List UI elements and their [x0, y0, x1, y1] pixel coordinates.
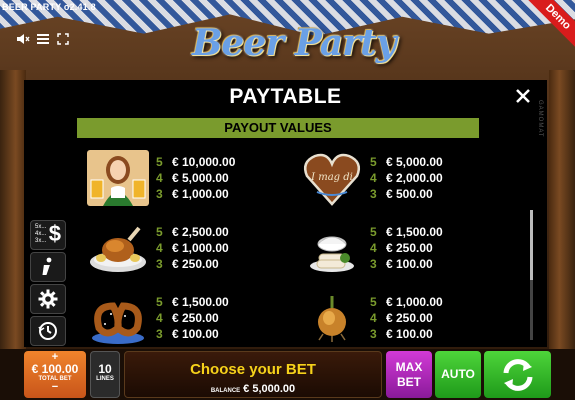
roast-chicken-icon: [84, 218, 152, 278]
brand-watermark: GAMOMAT: [537, 100, 543, 138]
choose-bet-text: Choose your BET: [190, 361, 316, 378]
currency-icon: $: [48, 221, 61, 246]
symbol-row-sausages: 5 € 1,500.00 4 € 250.00 3 € 100.00: [298, 218, 443, 278]
wood-pillar-left: [0, 70, 26, 350]
info-button[interactable]: [30, 252, 66, 282]
paytable-panel: PAYTABLE GAMOMAT PAYOUT VALUES 5 € 10,000…: [24, 80, 547, 347]
spin-button[interactable]: [484, 351, 551, 398]
gear-icon: [38, 289, 58, 309]
lines-display: 10 LINES: [90, 351, 120, 398]
balance-label: BALANCE: [210, 388, 241, 394]
total-bet-value: € 100.00: [31, 362, 79, 376]
speaker-muted-icon[interactable]: [16, 33, 30, 45]
lines-value: 10: [98, 362, 112, 376]
symbol-row-waitress: 5 € 10,000.00 4 € 5,000.00 3 € 1,000.00: [84, 148, 235, 208]
onion-icon: [298, 288, 366, 348]
history-icon: [38, 322, 57, 340]
info-icon: [42, 257, 52, 275]
balance-value: € 5,000.00: [243, 383, 296, 395]
menu-icon[interactable]: [36, 33, 50, 45]
paytable-title: PAYTABLE: [229, 85, 342, 108]
game-logo: Beer Party: [192, 22, 397, 64]
balance-display: BALANCE € 5,000.00: [125, 383, 381, 395]
multiplier-list: 5x... 4x... 3x...: [35, 224, 47, 244]
scrollbar-thumb[interactable]: [530, 210, 533, 280]
payout-values-header: PAYOUT VALUES: [77, 118, 479, 138]
heart-text: I mag di: [310, 172, 353, 183]
bet-decrease-button[interactable]: −: [24, 382, 86, 393]
max-bet-button[interactable]: MAX BET: [386, 351, 432, 398]
symbol-row-onion: 5 € 1,000.00 4 € 250.00 3 € 100.00: [298, 288, 443, 348]
wood-pillar-right: [549, 70, 575, 350]
paytable-button[interactable]: 5x... 4x... 3x... $: [30, 220, 66, 250]
symbol-row-roast-chicken: 5 € 2,500.00 4 € 1,000.00 3 € 250.00: [84, 218, 229, 278]
top-icons: [16, 33, 70, 45]
close-icon[interactable]: [513, 86, 533, 106]
waitress-icon: [84, 148, 152, 208]
history-button[interactable]: [30, 316, 66, 346]
symbol-row-gingerbread-heart: I mag di 5 € 5,000.00 4 € 2,000.00 3 € 500.…: [298, 148, 443, 208]
spin-arrows-icon: [503, 358, 532, 391]
total-bet-control[interactable]: + € 100.00 TOTAL BET −: [24, 351, 86, 398]
fullscreen-icon[interactable]: [56, 33, 70, 45]
pretzel-icon: [84, 288, 152, 348]
gingerbread-heart-icon: I mag di: [298, 148, 366, 208]
lines-label: LINES: [96, 376, 114, 382]
settings-button[interactable]: [30, 284, 66, 314]
symbol-row-pretzel: 5 € 1,500.00 4 € 250.00 3 € 100.00: [84, 288, 229, 348]
auto-play-button[interactable]: AUTO: [435, 351, 481, 398]
version-label: BEER PARTY o2.41.8: [2, 2, 96, 12]
sausages-icon: [298, 218, 366, 278]
choose-bet-panel[interactable]: Choose your BET BALANCE € 5,000.00: [124, 351, 382, 398]
